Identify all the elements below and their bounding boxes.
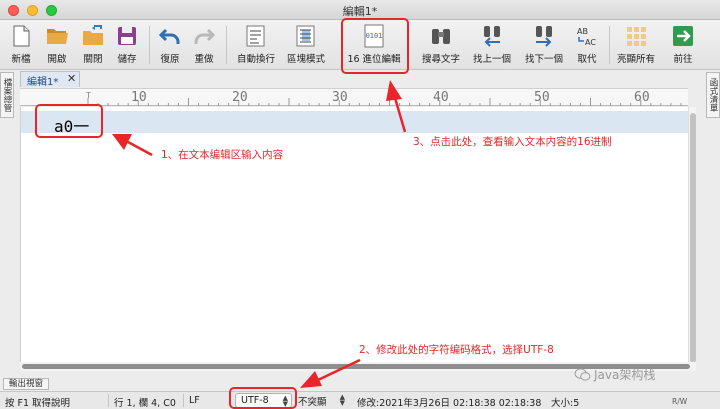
annotation-step-3: 3、点击此处，查看输入文本内容的16进制: [413, 136, 612, 148]
arrow-head: [386, 80, 402, 101]
annotation-step-1: 1、在文本编辑区输入内容: [161, 149, 284, 161]
annotation-step-2: 2、修改此处的字符编码格式，选择UTF-8: [359, 344, 554, 356]
arrow-head: [300, 371, 322, 388]
